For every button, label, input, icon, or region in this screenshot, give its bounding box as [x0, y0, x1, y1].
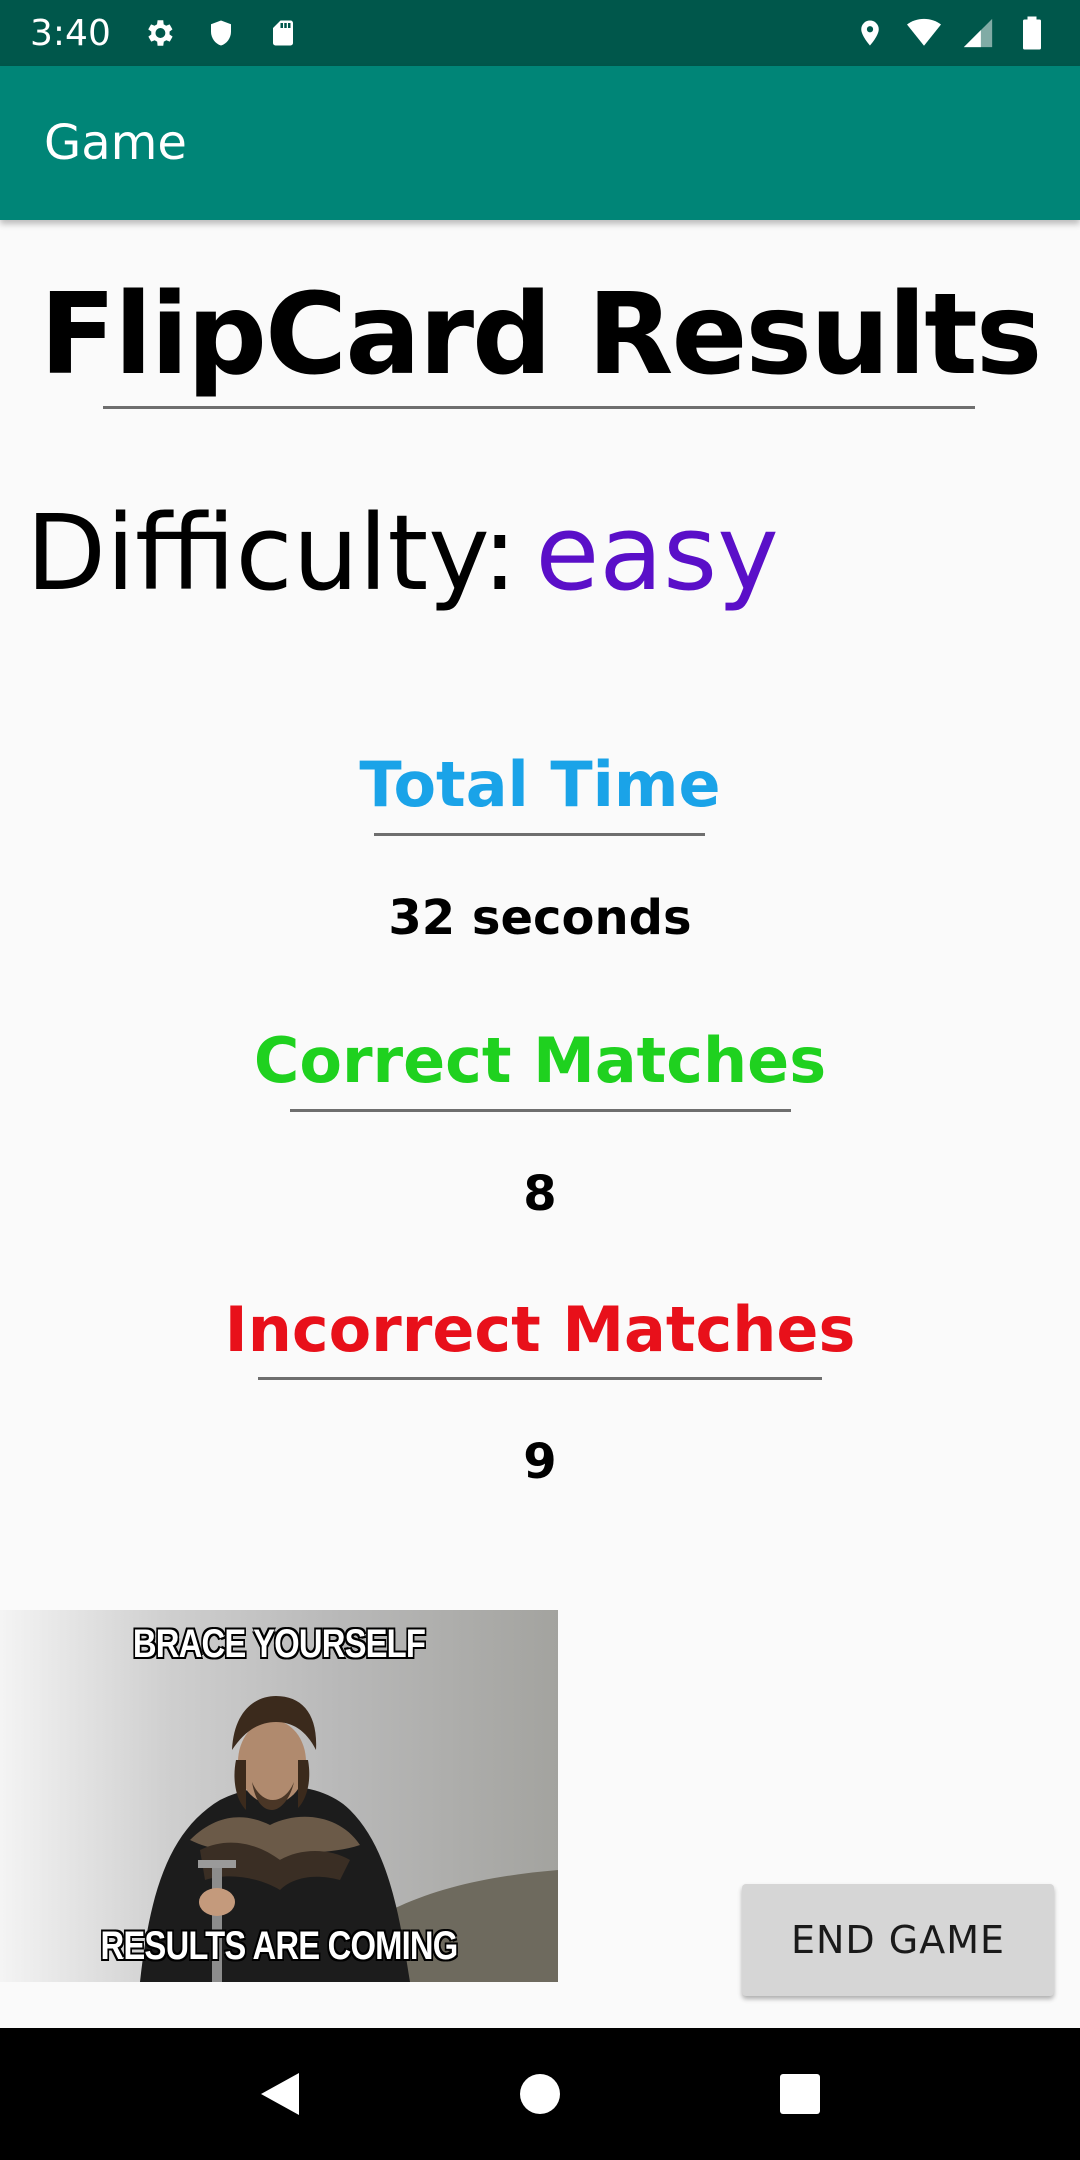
correct-matches-value: 8 [523, 1166, 557, 1222]
status-icons-left [141, 15, 301, 51]
correct-matches-divider [290, 1109, 791, 1112]
difficulty-value: easy [535, 492, 779, 614]
back-icon[interactable] [250, 2064, 310, 2124]
wifi-icon [906, 15, 942, 51]
location-icon [852, 15, 888, 51]
status-bar: 3:40 [0, 0, 1080, 66]
sd-card-icon [265, 15, 301, 51]
app-bar-title: Game [44, 115, 187, 171]
system-nav-bar [0, 2028, 1080, 2160]
page-title: FlipCard Results [39, 270, 1043, 400]
correct-matches-heading: Correct Matches [253, 1024, 827, 1097]
meme-bottom-text: RESULTS ARE COMING [100, 1924, 459, 1968]
status-time: 3:40 [30, 12, 111, 54]
shield-icon [203, 15, 239, 51]
recents-icon[interactable] [770, 2064, 830, 2124]
incorrect-matches-value: 9 [523, 1434, 557, 1490]
app-bar: Game [0, 66, 1080, 220]
difficulty-label: Difficulty: [26, 492, 518, 614]
total-time-heading: Total Time [359, 748, 721, 821]
meme-top-text: BRACE YOURSELF [132, 1622, 426, 1666]
gear-icon [141, 15, 177, 51]
signal-icon [960, 15, 996, 51]
battery-icon [1014, 15, 1050, 51]
meme-image: BRACE YOURSELF RESULTS ARE COMING [0, 1610, 558, 1982]
incorrect-matches-heading: Incorrect Matches [224, 1293, 856, 1366]
home-icon[interactable] [510, 2064, 570, 2124]
total-time-divider [374, 833, 705, 836]
end-game-button[interactable]: END GAME [742, 1884, 1054, 1996]
total-time-value: 32 seconds [388, 890, 692, 946]
title-divider [103, 406, 975, 409]
incorrect-matches-divider [258, 1377, 822, 1380]
status-icons-right [852, 15, 1050, 51]
difficulty-row: Difficulty: easy [26, 492, 779, 614]
